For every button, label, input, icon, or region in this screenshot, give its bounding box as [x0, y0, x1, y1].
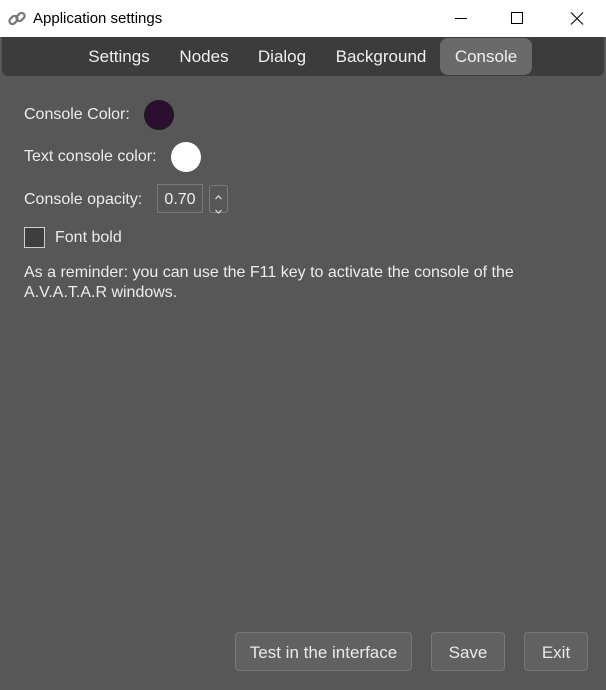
close-button[interactable] [548, 0, 606, 37]
opacity-spinner [209, 185, 228, 214]
font-bold-checkbox[interactable] [24, 227, 45, 248]
chain-link-icon [7, 9, 27, 29]
title-bar: Application settings [0, 0, 606, 37]
save-button[interactable]: Save [431, 632, 505, 671]
close-icon [570, 12, 584, 25]
console-color-label: Console Color: [24, 106, 130, 123]
console-color-swatch[interactable] [144, 100, 174, 130]
maximize-button[interactable] [488, 0, 546, 37]
tab-dialog[interactable]: Dialog [249, 38, 315, 75]
test-interface-button[interactable]: Test in the interface [235, 632, 412, 671]
exit-button[interactable]: Exit [524, 632, 588, 671]
tab-bar: Settings Nodes Dialog Background Console [2, 37, 604, 76]
f11-reminder-text: As a reminder: you can use the F11 key t… [24, 264, 514, 301]
tab-nodes[interactable]: Nodes [168, 38, 240, 75]
font-bold-label: Font bold [55, 229, 122, 246]
window-title: Application settings [33, 10, 163, 27]
tab-console[interactable]: Console [440, 38, 532, 75]
maximize-icon [511, 12, 523, 24]
spin-down-icon[interactable] [214, 202, 223, 220]
text-console-color-swatch[interactable] [171, 142, 201, 172]
text-console-color-label: Text console color: [24, 148, 157, 165]
console-opacity-input[interactable]: 0.70 [157, 184, 203, 213]
minimize-icon [455, 18, 467, 19]
tab-background[interactable]: Background [326, 38, 436, 75]
console-opacity-label: Console opacity: [24, 191, 143, 208]
tab-settings[interactable]: Settings [79, 38, 159, 75]
minimize-button[interactable] [432, 0, 490, 37]
